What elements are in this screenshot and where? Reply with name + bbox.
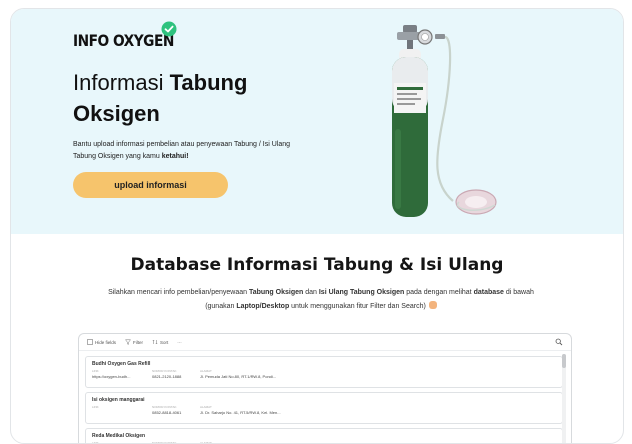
table-row[interactable]: Isi oksigen manggarai LINK NOMOR KONTAK 085… (85, 392, 563, 424)
field-label: ALAMAT (200, 405, 212, 409)
upload-information-button[interactable]: upload informasi (73, 172, 228, 198)
record-field: LINK (92, 405, 144, 415)
field-value: Jl. Pemuda Jati No.80, RT.1/RW.8, Pondi.… (200, 374, 277, 379)
record-field: NOMOR KONTAK 0852-8818-4061 (152, 405, 192, 415)
hero-section: INFO OXYGEN Informasi Tabung Oksigen Ban… (11, 9, 623, 234)
record-field: NOMOR KONTAK 0821-2120-1888 (152, 369, 192, 379)
filter-label: Filter (133, 339, 144, 345)
intro-text: pada dengan melihat (404, 289, 474, 296)
record-title: Isi oksigen manggarai (92, 397, 145, 403)
filter-icon (125, 339, 132, 345)
table-scrollbar[interactable] (562, 354, 566, 443)
database-embed[interactable]: Hide fields Filter Sort ··· Budhi Oxygen… (78, 333, 572, 443)
brand-logo[interactable]: INFO OXYGEN (73, 31, 174, 50)
intro-bold: Isi Ulang Tabung Oksigen (318, 289, 405, 296)
pointing-hand-icon (428, 301, 437, 309)
sort-button[interactable]: Sort (152, 339, 168, 345)
field-value: Jl. Dr. Saharjo No. 41, RT.5/RW.8, Kel. … (200, 410, 281, 415)
table-toolbar: Hide fields Filter Sort ··· (79, 334, 571, 351)
sort-label: Sort (160, 339, 169, 345)
sort-icon (152, 339, 158, 345)
search-icon[interactable] (555, 338, 563, 346)
table-row[interactable]: Budhi Oxygen Gas Refill LINK https://oxyge… (85, 356, 563, 388)
intro-text: dan (303, 289, 319, 296)
more-options-button[interactable]: ··· (177, 340, 182, 345)
field-value: 0821-2120-1888 (152, 374, 182, 379)
record-field: ALAMAT Jl. Pemuda Jati No.80, RT.1/RW.8, … (200, 369, 310, 379)
table-row[interactable]: Reda Medikal OksigenLINKhttps://oksigen1… (85, 428, 563, 443)
database-heading: Database Informasi Tabung & Isi Ulang (130, 255, 504, 276)
field-value: 0852-8818-4061 (152, 410, 182, 415)
intro-text: Silahkan mencari info pembelian/penyewaa… (108, 289, 249, 296)
database-intro: Silahkan mencari info pembelian/penyewaa… (101, 286, 541, 314)
record-title: Reda Medikal Oksigen (92, 433, 146, 439)
desc-bold: ketahui! (161, 153, 189, 160)
field-label: LINK (92, 369, 99, 373)
field-value: https://oxygen-budh... (92, 374, 131, 379)
verified-check-icon (161, 21, 177, 37)
record-field: LINK https://oxygen-budh... (92, 369, 144, 379)
hero-description: Bantu upload informasi pembelian atau pe… (73, 139, 313, 163)
page-card: INFO OXYGEN Informasi Tabung Oksigen Ban… (10, 8, 624, 444)
record-fields: LINK NOMOR KONTAK 0852-8818-4061 ALAMAT Jl. … (92, 405, 310, 415)
intro-bold: Tabung Oksigen (248, 289, 304, 296)
intro-text: untuk menggunakan fitur Filter dan Searc… (289, 303, 426, 310)
intro-bold: database (473, 289, 504, 296)
record-field: ALAMAT Jl. Dr. Saharjo No. 41, RT.5/RW.8,… (200, 405, 310, 415)
hide-fields-label: Hide fields (95, 339, 117, 345)
hide-fields-icon (87, 339, 93, 345)
record-title: Budhi Oxygen Gas Refill (92, 361, 151, 367)
intro-bold: Laptop/Desktop (236, 303, 290, 310)
hide-fields-button[interactable]: Hide fields (87, 339, 116, 345)
field-label: ALAMAT (200, 369, 212, 373)
field-label: NOMOR KONTAK (152, 405, 177, 409)
title-plain: Informasi (73, 70, 170, 95)
field-label: LINK (92, 405, 99, 409)
record-fields: LINK https://oxygen-budh... NOMOR KONTAK 08… (92, 369, 310, 379)
oxygen-tank-illustration (392, 25, 497, 217)
page-title: Informasi Tabung Oksigen (73, 67, 313, 129)
scrollbar-thumb[interactable] (562, 354, 566, 368)
field-label: NOMOR KONTAK (152, 369, 177, 373)
title-bold-1: Tabung (169, 70, 248, 95)
filter-button[interactable]: Filter (125, 339, 143, 345)
title-bold-2: Oksigen (73, 101, 160, 126)
